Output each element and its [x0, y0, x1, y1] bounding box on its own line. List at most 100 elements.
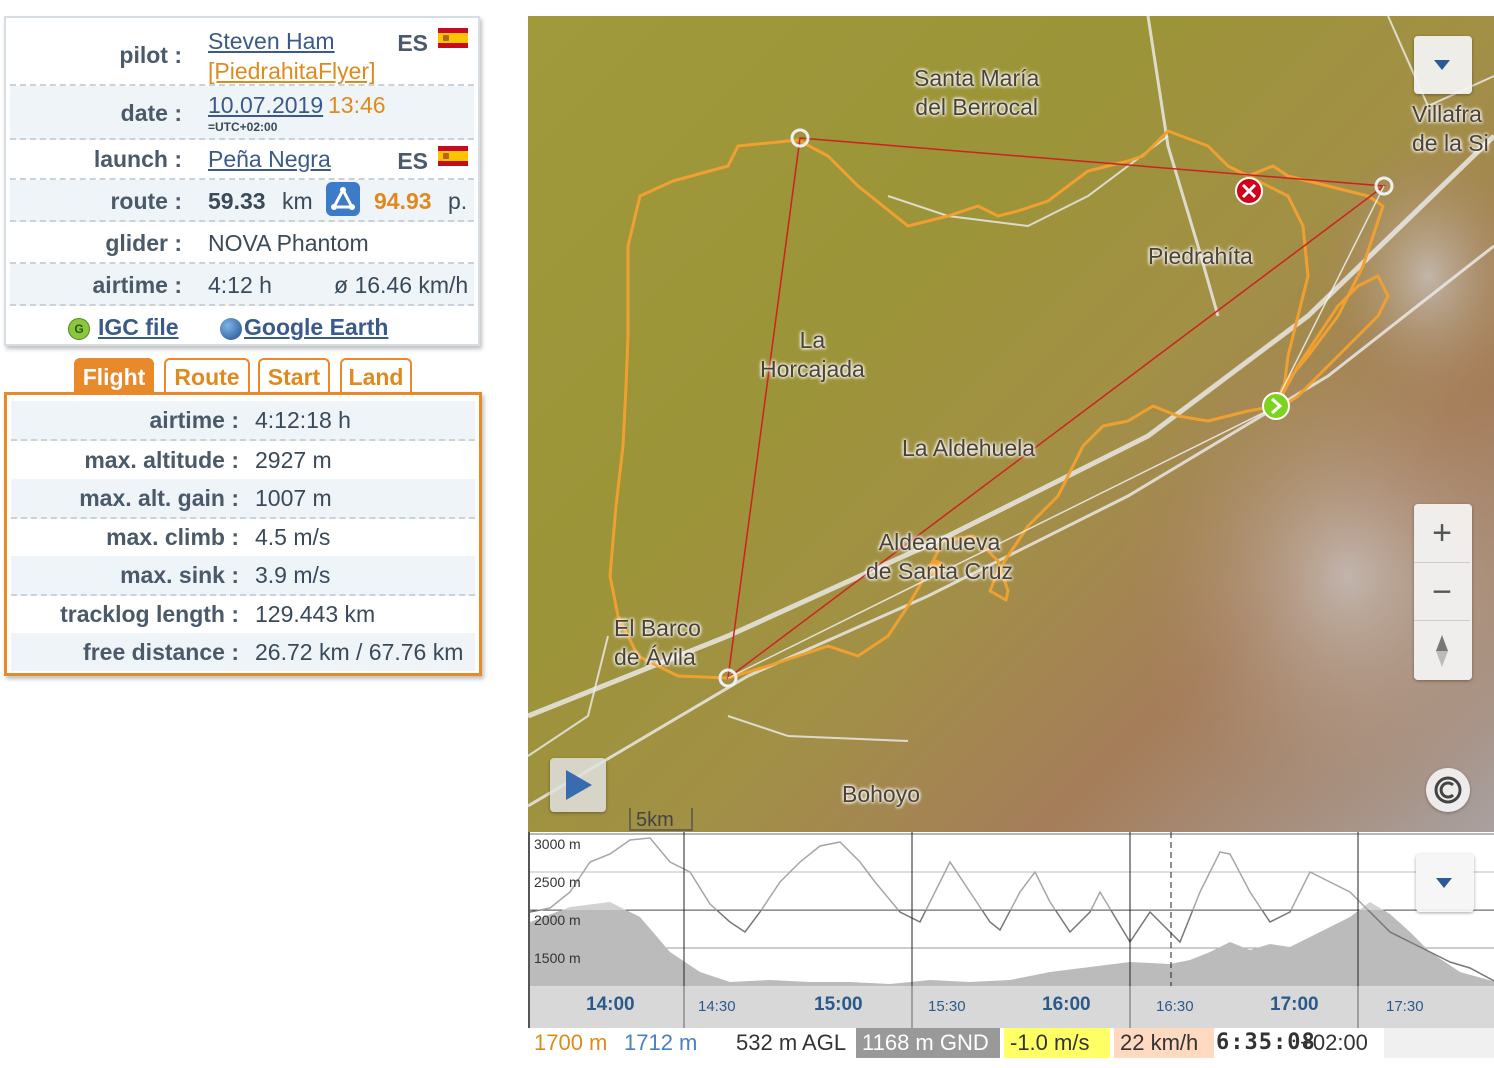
- route-triangle-icon[interactable]: [326, 182, 360, 216]
- route-points: 94.93: [374, 188, 432, 214]
- stat-value: 1007 m: [255, 485, 332, 511]
- tab-flight[interactable]: Flight: [74, 358, 154, 392]
- altitude-tick-label: 2000 m: [534, 912, 581, 928]
- map-label-barco: El Barco de Ávila: [614, 615, 701, 670]
- play-icon: [566, 770, 592, 800]
- pilot-name-link[interactable]: Steven Ham: [208, 28, 335, 55]
- stat-row: max. sink : 3.9 m/s: [11, 556, 475, 596]
- altitude-tick-label: 1500 m: [534, 950, 581, 966]
- launch-country-code: ES: [397, 148, 428, 174]
- stat-value: 3.9 m/s: [255, 562, 331, 588]
- profile-highlight: [530, 832, 1494, 910]
- pilot-label: pilot :: [119, 42, 182, 68]
- compass-reset-button[interactable]: [1414, 620, 1470, 679]
- airtime-row: airtime : 4:12 h ø 16.46 km/h: [10, 264, 474, 306]
- tab-start[interactable]: Start: [258, 358, 330, 392]
- time-tick-label: 14:30: [698, 998, 736, 1015]
- stat-value: 2927 m: [255, 447, 332, 473]
- map-label-bohoyo: Bohoyo: [842, 781, 921, 807]
- time-tick-label: 15:30: [928, 998, 966, 1015]
- average-speed: ø 16.46 km/h: [334, 272, 469, 298]
- time-tick-label: 14:00: [586, 994, 635, 1015]
- map-label-villafranca: Villafra de la Si: [1412, 101, 1489, 156]
- glider-label: glider :: [105, 230, 182, 256]
- launch-link[interactable]: Peña Negra: [208, 146, 331, 173]
- date-link[interactable]: 10.07.2019: [208, 92, 323, 119]
- map-label-horcajada: La Horcajada: [760, 327, 865, 382]
- launch-row: launch : Peña Negra ES: [10, 140, 474, 180]
- route-distance-unit: km: [282, 188, 313, 214]
- vario-value: -1.0 m/s: [1004, 1028, 1110, 1058]
- copyright-icon: [1434, 776, 1462, 804]
- time-tick-label: 16:30: [1156, 998, 1194, 1015]
- stat-row: max. altitude : 2927 m: [11, 441, 475, 481]
- map-label-aldeanueva: Aldeanueva de Santa Cruz: [866, 529, 1014, 584]
- stat-label: max. climb :: [106, 524, 239, 550]
- altitude-profile[interactable]: 3000 m 2500 m 2000 m 1500 m 14:00 14:30 …: [528, 832, 1494, 1028]
- route-points-unit: p.: [448, 188, 468, 214]
- attribution-button[interactable]: [1426, 768, 1470, 812]
- chevron-down-icon: [1434, 60, 1450, 70]
- play-button[interactable]: [550, 758, 606, 812]
- landing-marker-icon[interactable]: [1235, 177, 1263, 205]
- stat-label: max. alt. gain :: [79, 485, 239, 511]
- route-distance: 59.33: [208, 188, 266, 214]
- chevron-down-icon: [1436, 878, 1452, 888]
- tab-route[interactable]: Route: [164, 358, 250, 392]
- date-row: date : 10.07.2019 13:46 =UTC+02:00: [10, 86, 474, 140]
- stat-value: 26.72 km / 67.76 km: [255, 639, 464, 665]
- stat-label: max. altitude :: [84, 447, 239, 473]
- profile-dropdown-button[interactable]: [1416, 854, 1474, 912]
- airtime-label: airtime :: [92, 272, 182, 298]
- map-label-piedrahita: Piedrahíta: [1148, 243, 1253, 269]
- stat-row: tracklog length : 129.443 km: [11, 595, 475, 635]
- start-marker-icon[interactable]: [1262, 392, 1290, 420]
- airtime-value: 4:12 h: [208, 272, 272, 298]
- igc-icon: G: [68, 318, 90, 340]
- google-earth-link[interactable]: Google Earth: [244, 314, 388, 341]
- time-tick-label: 17:30: [1386, 998, 1424, 1015]
- igc-file-link[interactable]: IGC file: [98, 314, 179, 341]
- launch-label: launch :: [93, 146, 182, 172]
- pilot-handle-link[interactable]: [PiedrahitaFlyer]: [208, 58, 375, 85]
- zoom-controls: + −: [1414, 504, 1472, 680]
- spain-flag-icon: [438, 28, 468, 48]
- layers-dropdown-button[interactable]: [1414, 36, 1472, 94]
- stat-row: airtime : 4:12:18 h: [11, 401, 475, 441]
- pilot-country-code: ES: [397, 30, 428, 56]
- altitude-chart: [529, 832, 1494, 1028]
- route-label: route :: [110, 188, 182, 214]
- stat-value: 4:12:18 h: [255, 407, 351, 433]
- stat-row: free distance : 26.72 km / 67.76 km: [11, 633, 475, 671]
- ground-profile: [530, 902, 1494, 986]
- zoom-in-button[interactable]: +: [1414, 504, 1470, 562]
- timezone-value: =UTC+02:00: [208, 120, 278, 134]
- stat-row: max. alt. gain : 1007 m: [11, 479, 475, 519]
- stat-label: tracklog length :: [60, 601, 239, 627]
- tab-land[interactable]: Land: [340, 358, 412, 392]
- pilot-row: pilot : Steven Ham [PiedrahitaFlyer] ES: [10, 20, 474, 86]
- map-label-santa-maria: Santa María del Berrocal: [914, 65, 1040, 120]
- glider-value: NOVA Phantom: [208, 230, 369, 256]
- stat-row: max. climb : 4.5 m/s: [11, 518, 475, 558]
- status-spacer: [1384, 1028, 1494, 1058]
- time-axis-band: [530, 986, 1494, 1028]
- compass-icon: [1436, 635, 1448, 667]
- stat-value: 129.443 km: [255, 601, 376, 627]
- time-tick-label: 16:00: [1042, 994, 1091, 1015]
- height-above-ground: 532 m AGL: [736, 1030, 847, 1055]
- altitude-tick-label: 2500 m: [534, 874, 581, 890]
- ground-elevation: 1168 m GND: [856, 1028, 1000, 1058]
- zoom-out-button[interactable]: −: [1414, 562, 1470, 621]
- flight-info-panel: pilot : Steven Ham [PiedrahitaFlyer] ES …: [4, 16, 480, 346]
- time-tick-label: 15:00: [814, 994, 863, 1015]
- scale-label: 5km: [636, 809, 674, 831]
- baro-altitude: 1712 m: [624, 1030, 698, 1055]
- download-links: G IGC file Google Earth: [10, 306, 474, 344]
- route-row: route : 59.33 km 94.93 p.: [10, 180, 474, 222]
- google-earth-icon: [220, 318, 242, 340]
- live-status-bar: 1700 m 1712 m 532 m AGL 1168 m GND -1.0 …: [528, 1028, 1494, 1058]
- stat-value: 4.5 m/s: [255, 524, 331, 550]
- glider-row: glider : NOVA Phantom: [10, 222, 474, 264]
- flight-map[interactable]: Santa María del Berrocal Villafra de la Si…: [528, 16, 1494, 832]
